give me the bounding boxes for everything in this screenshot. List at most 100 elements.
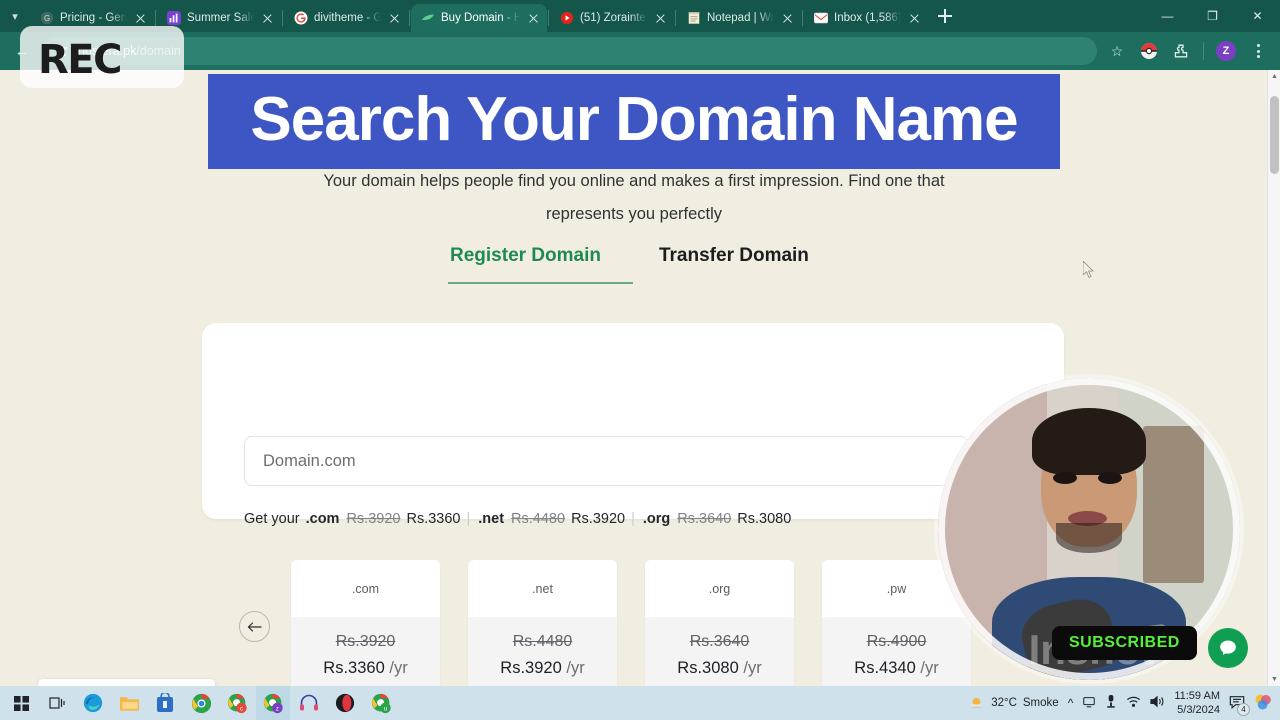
- hostera-icon: [421, 11, 435, 25]
- headphones-icon[interactable]: [292, 686, 326, 720]
- onedrive-icon[interactable]: [1082, 695, 1096, 712]
- mouse-cursor: [1083, 261, 1094, 279]
- window-controls: — ❐ ✕: [1145, 0, 1280, 32]
- new-tab-button[interactable]: [932, 3, 958, 29]
- weather-condition: Smoke: [1022, 697, 1059, 709]
- browser-tab[interactable]: (51) Zoraintech - You: [550, 4, 674, 32]
- tld-card[interactable]: .org Rs.3640 Rs.3080 /yr: [645, 560, 794, 686]
- weather-temperature: 32°C: [991, 697, 1017, 709]
- tld-card-price-value: Rs.3920: [500, 659, 562, 677]
- browser-tab[interactable]: Inbox (1,586) - zorain: [804, 4, 928, 32]
- edge-icon[interactable]: [76, 686, 110, 720]
- extensions-puzzle-icon[interactable]: [1167, 37, 1195, 65]
- browser-tab[interactable]: Buy Domain - HOSTE: [411, 4, 547, 32]
- price-new: Rs.3080: [737, 511, 792, 527]
- svg-text:G: G: [44, 14, 50, 23]
- price-separator: |: [631, 511, 635, 527]
- window-close-button[interactable]: ✕: [1235, 0, 1280, 32]
- browser-tab-title: Pricing - GeneratePre: [60, 12, 127, 24]
- tld-card-pricing: Rs.4480 Rs.3920 /yr: [468, 617, 617, 686]
- tld-card-price-value: Rs.3360: [323, 659, 385, 677]
- browser-tab-strip: ▾ GPricing - GeneratePreSummer Sale! - D…: [0, 0, 1280, 32]
- avatar[interactable]: Z: [1212, 37, 1240, 65]
- tab-close-icon[interactable]: [133, 11, 148, 26]
- tld-card-period: /yr: [389, 659, 408, 677]
- avatar-initial: Z: [1216, 41, 1236, 61]
- chat-floating-button[interactable]: [1208, 628, 1248, 668]
- domain-action-tabs: Register Domain Transfer Domain: [448, 245, 809, 284]
- photos-icon[interactable]: [1254, 693, 1272, 714]
- wifi-icon[interactable]: [1126, 695, 1141, 711]
- start-icon[interactable]: [4, 686, 38, 720]
- notification-center-button[interactable]: 4: [1229, 695, 1250, 716]
- rec-badge-label: REC: [38, 37, 122, 83]
- browser-tab-title: Inbox (1,586) - zorain: [834, 12, 901, 24]
- price-old: Rs.3920: [346, 511, 401, 527]
- pokeball-extension-icon[interactable]: [1135, 37, 1163, 65]
- chrome-menu-icon[interactable]: [1244, 37, 1272, 65]
- windows-taskbar: c z u 32°C Smoke ^ 11:59 AM 5/3/2024 4: [0, 686, 1280, 720]
- tab-close-icon[interactable]: [907, 11, 922, 26]
- tab-separator: [282, 10, 283, 26]
- scroll-down-arrow-icon[interactable]: ▼: [1268, 673, 1280, 686]
- tab-close-icon[interactable]: [780, 11, 795, 26]
- file-explorer-icon[interactable]: [112, 686, 146, 720]
- tld-card-name: .org: [708, 581, 731, 596]
- browser-tab-title: Notepad | Write you: [707, 12, 774, 24]
- chrome-icon[interactable]: [184, 686, 218, 720]
- scroll-up-arrow-icon[interactable]: ▲: [1268, 70, 1280, 83]
- browser-tab-title: divitheme - Google S: [314, 12, 381, 24]
- search-input[interactable]: Domain.com: [244, 436, 969, 486]
- tld-card[interactable]: .com Rs.3920 Rs.3360 /yr: [291, 560, 440, 686]
- arrow-left-icon: [247, 621, 262, 632]
- price-tld: .com: [305, 511, 340, 527]
- tab-close-icon[interactable]: [653, 11, 668, 26]
- browser-toolbar: ← hostera.pk/domain ☆ Z: [0, 32, 1280, 70]
- address-bar[interactable]: hostera.pk/domain: [42, 37, 1097, 65]
- bookmark-star-icon[interactable]: ☆: [1103, 37, 1131, 65]
- chrome-profile-c-icon[interactable]: c: [220, 686, 254, 720]
- tld-card-old-price: Rs.3920: [335, 633, 396, 650]
- window-maximize-button[interactable]: ❐: [1190, 0, 1235, 32]
- opera-icon[interactable]: [328, 686, 362, 720]
- weather-widget[interactable]: 32°C Smoke: [968, 695, 1059, 712]
- clock-date: 5/3/2024: [1177, 704, 1220, 716]
- chrome-profile-z-icon[interactable]: z: [256, 686, 290, 720]
- tab-transfer-domain[interactable]: Transfer Domain: [659, 245, 809, 282]
- smoke-sun-icon: [970, 697, 983, 708]
- browser-tab-title: Buy Domain - HOSTE: [441, 12, 520, 24]
- price-new: Rs.3360: [406, 511, 461, 527]
- scrollbar-thumb[interactable]: [1270, 96, 1279, 174]
- browser-tab[interactable]: Notepad | Write you: [677, 4, 801, 32]
- tab-register-domain[interactable]: Register Domain: [448, 245, 633, 284]
- tld-card-pricing: Rs.3640 Rs.3080 /yr: [645, 617, 794, 686]
- tld-card-period: /yr: [920, 659, 939, 677]
- tld-card-period: /yr: [743, 659, 762, 677]
- chevron-up-icon[interactable]: ^: [1068, 696, 1074, 710]
- screen: ▾ GPricing - GeneratePreSummer Sale! - D…: [0, 0, 1280, 720]
- window-minimize-button[interactable]: —: [1145, 0, 1190, 32]
- svg-text:z: z: [275, 705, 278, 712]
- tld-card[interactable]: .net Rs.4480 Rs.3920 /yr: [468, 560, 617, 686]
- tab-close-icon[interactable]: [387, 11, 402, 26]
- tab-close-icon[interactable]: [260, 11, 275, 26]
- store-icon[interactable]: [148, 686, 182, 720]
- domain-search-card: Domain.com Get your .com Rs.3920 Rs.3360 | .n…: [202, 323, 1174, 527]
- browser-tab[interactable]: divitheme - Google S: [284, 4, 408, 32]
- tld-card-price-value: Rs.4340: [854, 659, 916, 677]
- taskbar-apps: c z u: [0, 686, 398, 720]
- carousel-prev-button[interactable]: [239, 611, 270, 642]
- task-view-icon[interactable]: [40, 686, 74, 720]
- analytics-icon: [167, 11, 181, 25]
- page-scrollbar[interactable]: ▲ ▼: [1267, 70, 1280, 686]
- chat-bubble-icon: [1220, 640, 1236, 655]
- volume-icon[interactable]: [1150, 695, 1165, 711]
- chrome-profile-u-icon[interactable]: u: [364, 686, 398, 720]
- price-line-prefix: Get your: [244, 511, 300, 527]
- google-icon: [294, 11, 308, 25]
- tld-card-new-price: Rs.3360 /yr: [291, 659, 440, 678]
- tab-separator: [675, 10, 676, 26]
- taskbar-clock[interactable]: 11:59 AM 5/3/2024: [1174, 689, 1220, 718]
- tab-close-icon[interactable]: [526, 11, 541, 26]
- usb-icon[interactable]: [1105, 694, 1117, 712]
